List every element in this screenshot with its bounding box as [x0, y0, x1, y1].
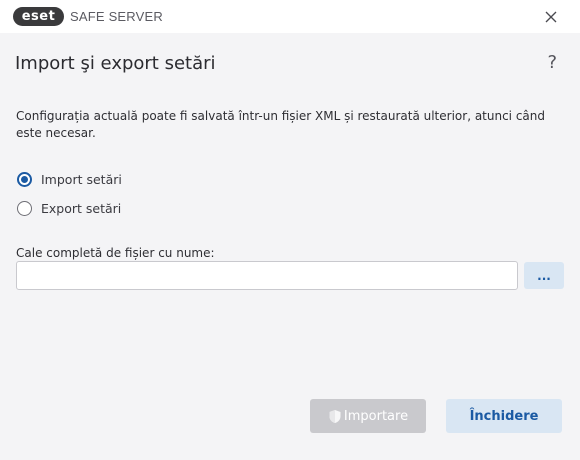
page-title: Import şi export setări [15, 53, 216, 74]
product-name: SAFE SERVER [70, 9, 163, 24]
import-settings-radio[interactable]: Import setări [17, 170, 122, 188]
close-icon[interactable] [544, 9, 558, 23]
file-path-label: Cale completă de fișier cu nume: [16, 246, 215, 260]
browse-button[interactable]: ... [524, 262, 564, 289]
import-button[interactable]: Importare [310, 399, 426, 433]
export-settings-label: Export setări [41, 200, 122, 216]
description-text: Configurația actuală poate fi salvată în… [16, 109, 546, 140]
eset-logo: eset [13, 7, 64, 26]
brand-text: eset [21, 9, 56, 24]
shield-icon [329, 409, 341, 423]
close-button[interactable]: Închidere [446, 399, 562, 433]
import-button-label: Importare [343, 408, 409, 424]
export-settings-radio[interactable]: Export setări [17, 199, 121, 217]
radio-indicator-unchecked[interactable] [17, 200, 32, 216]
import-settings-label: Import setări [41, 171, 122, 187]
title-bar: eset SAFE SERVER [0, 0, 580, 33]
help-icon[interactable]: ? [547, 52, 557, 73]
file-path-input[interactable] [16, 261, 518, 290]
radio-indicator-checked[interactable] [17, 171, 32, 187]
